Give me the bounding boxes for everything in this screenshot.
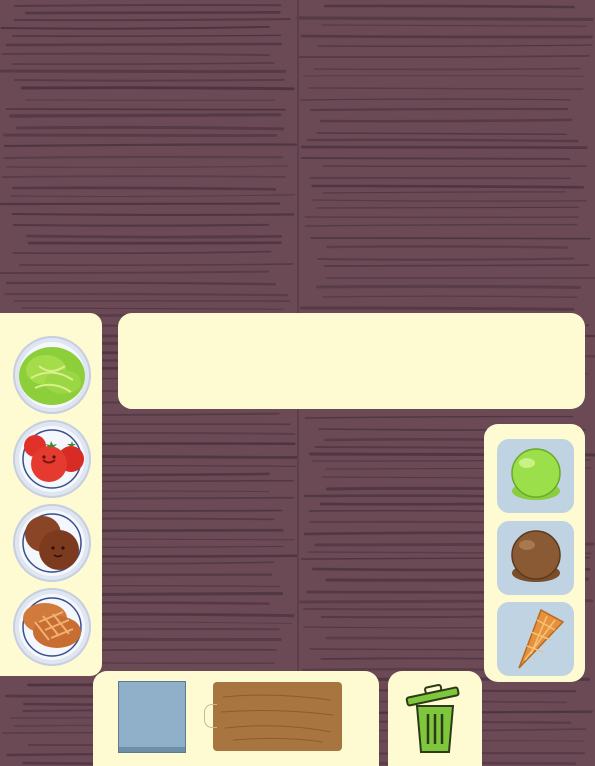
order-panel (118, 313, 585, 409)
green-ice-cream-tile[interactable] (497, 439, 574, 513)
waffle-cone-icon (518, 608, 565, 669)
bread-bun-icon (19, 594, 85, 660)
wood-grain-icon (220, 694, 334, 743)
meat-patty-icon (19, 510, 85, 576)
serving-plate[interactable] (118, 681, 186, 753)
lettuce-plate[interactable] (13, 336, 91, 414)
tomato-plate[interactable] (13, 420, 91, 498)
prep-workspace (93, 671, 379, 766)
ingredient-shelf (0, 313, 102, 676)
chocolate-ice-cream-tile[interactable] (497, 521, 574, 595)
bread-plate[interactable] (13, 588, 91, 666)
trash-area (388, 671, 482, 766)
dessert-shelf (484, 424, 585, 682)
board-handle (204, 704, 217, 728)
tomato-icon (19, 426, 85, 492)
green-ice-cream-scoop-icon (511, 448, 561, 500)
trash-can-icon[interactable] (401, 680, 469, 758)
waffle-cone-tile[interactable] (497, 602, 574, 676)
chocolate-ice-cream-scoop-icon (511, 530, 561, 582)
meat-plate[interactable] (13, 504, 91, 582)
cutting-board[interactable] (213, 682, 342, 751)
lettuce-icon (19, 342, 85, 408)
